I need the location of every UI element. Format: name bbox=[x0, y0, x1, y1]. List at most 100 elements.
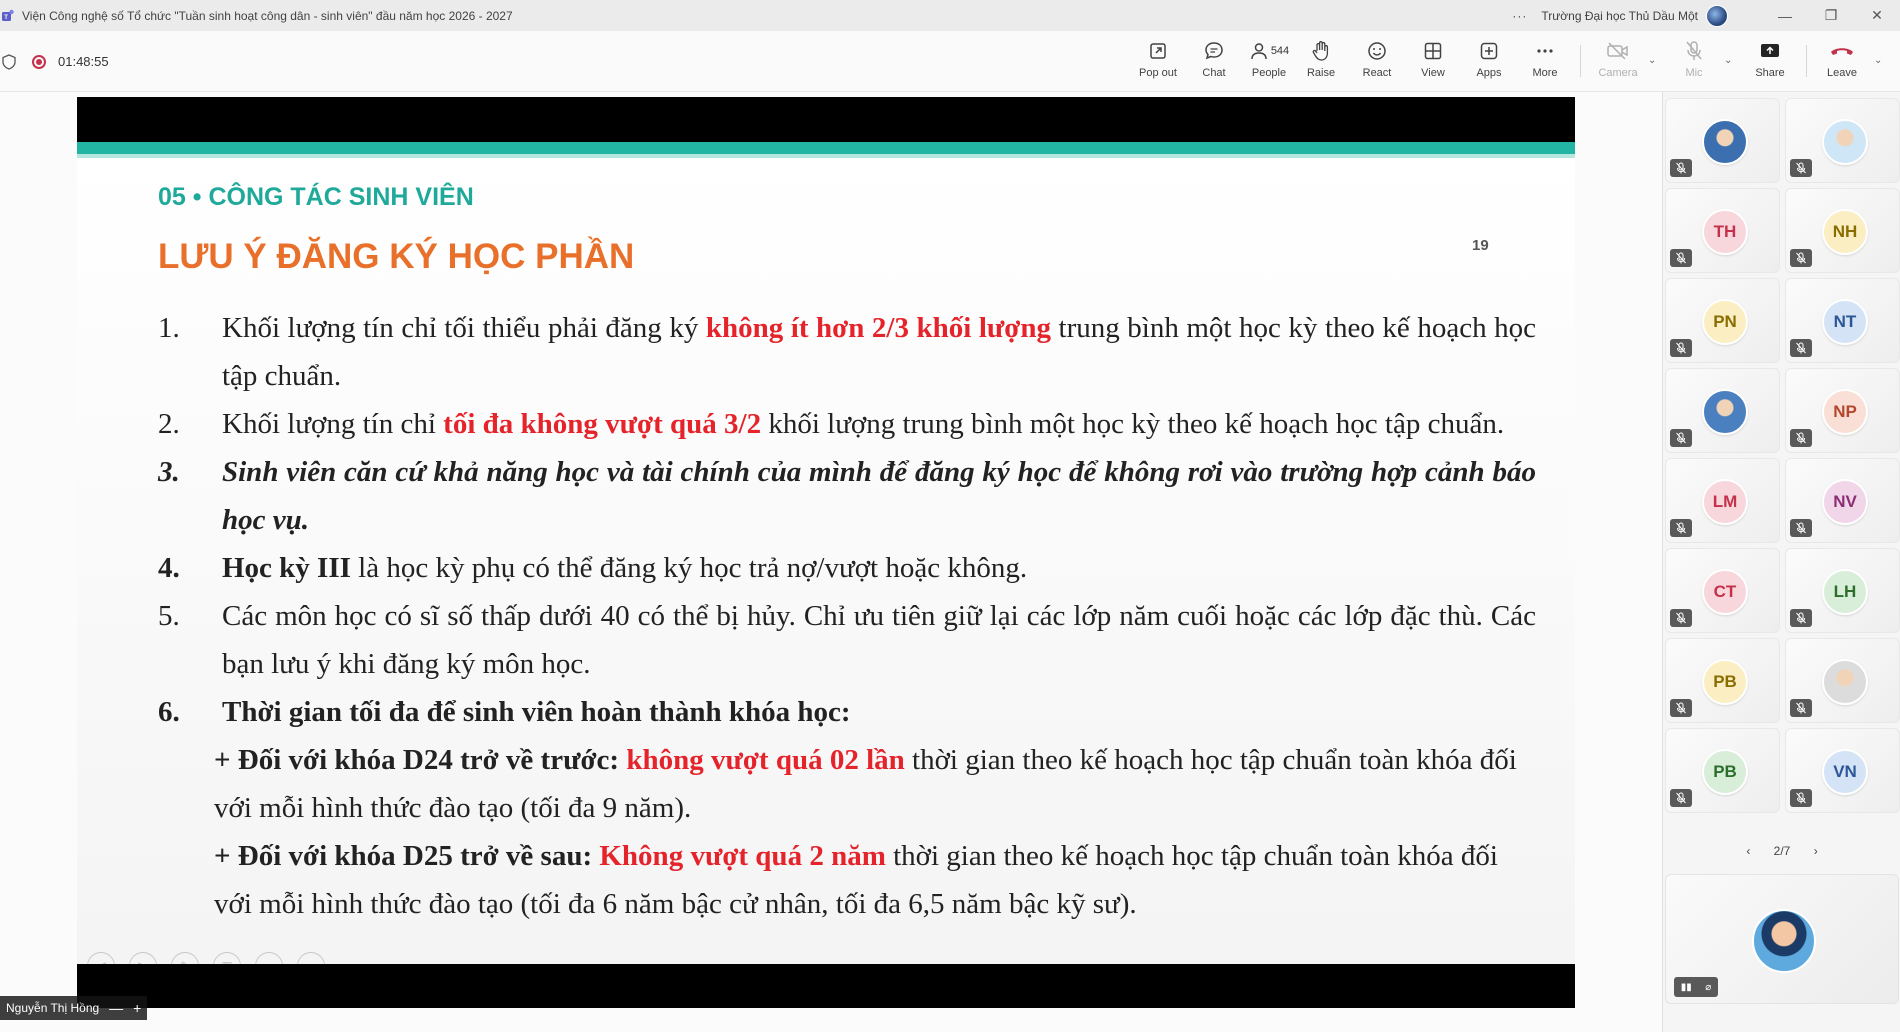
mic-muted-icon: ⌀ bbox=[1705, 981, 1712, 993]
slide-header-bar bbox=[77, 142, 1575, 154]
share-screen-icon bbox=[1761, 44, 1779, 57]
view-button[interactable]: View bbox=[1405, 39, 1461, 87]
mic-muted-icon bbox=[1670, 429, 1692, 447]
teams-app-icon: T bbox=[2, 9, 14, 21]
apps-button[interactable]: Apps bbox=[1461, 39, 1517, 87]
apps-plus-icon bbox=[1480, 42, 1498, 60]
chat-button[interactable]: Chat bbox=[1186, 39, 1242, 87]
participant-tile[interactable]: PN bbox=[1665, 278, 1780, 363]
slide-page-number: 19 bbox=[1472, 237, 1489, 254]
participant-tile[interactable]: VN bbox=[1785, 728, 1900, 813]
organization-name[interactable]: Trường Đại học Thủ Dầu Một bbox=[1541, 9, 1698, 23]
minimize-button[interactable]: — bbox=[1762, 8, 1808, 24]
participant-avatar: PB bbox=[1702, 659, 1748, 705]
pop-out-button[interactable]: Pop out bbox=[1130, 39, 1186, 87]
mic-muted-icon bbox=[1670, 159, 1692, 177]
minimize-stage-icon[interactable]: — bbox=[109, 1000, 123, 1016]
next-page-icon[interactable]: › bbox=[1814, 844, 1818, 858]
previous-page-icon[interactable]: ‹ bbox=[1746, 844, 1750, 858]
camera-options-chevron-icon[interactable]: ⌄ bbox=[1648, 55, 1656, 66]
view-grid-icon bbox=[1424, 42, 1442, 60]
camera-button[interactable]: Camera bbox=[1590, 39, 1646, 87]
mic-button[interactable]: Mic bbox=[1666, 39, 1722, 87]
more-button[interactable]: More bbox=[1517, 39, 1573, 87]
window-title: Viện Công nghệ số Tổ chức "Tuần sinh hoạ… bbox=[22, 8, 513, 23]
participant-tile[interactable]: PB bbox=[1665, 638, 1780, 723]
gallery-pager: ‹ 2/7 › bbox=[1663, 844, 1900, 858]
item-text: Khối lượng tín chỉ tối thiểu phải đăng k… bbox=[222, 312, 706, 344]
participant-tile[interactable]: NV bbox=[1785, 458, 1900, 543]
meeting-timer: 01:48:55 bbox=[58, 54, 109, 69]
highlight-text: tối đa không vượt quá 3/2 bbox=[443, 408, 762, 440]
participant-tile[interactable]: NT bbox=[1785, 278, 1900, 363]
participant-avatar: NT bbox=[1822, 299, 1868, 345]
close-button[interactable]: ✕ bbox=[1854, 7, 1900, 24]
item-text: Các môn học có sĩ số thấp dưới 40 có thể… bbox=[222, 600, 1536, 680]
mic-muted-icon bbox=[1670, 609, 1692, 627]
list-item: 3. Sinh viên căn cứ khả năng học và tài … bbox=[158, 448, 1536, 544]
org-avatar[interactable] bbox=[1706, 4, 1728, 27]
participant-tile[interactable]: LH bbox=[1785, 548, 1900, 633]
participant-tile[interactable]: LM bbox=[1665, 458, 1780, 543]
shared-screen-area: 05 • CÔNG TÁC SINH VIÊN LƯU Ý ĐĂNG KÝ HỌ… bbox=[0, 92, 1662, 1032]
pop-out-icon bbox=[1150, 43, 1166, 59]
self-video-tile[interactable]: ▮▮ ⌀ bbox=[1665, 874, 1899, 1004]
slide-letterbox-top bbox=[77, 97, 1575, 142]
hang-up-icon bbox=[1831, 48, 1853, 55]
list-item: 5. Các môn học có sĩ số thấp dưới 40 có … bbox=[158, 592, 1536, 688]
mic-options-chevron-icon[interactable]: ⌄ bbox=[1724, 55, 1732, 66]
participant-tile[interactable] bbox=[1785, 98, 1900, 183]
participant-tile[interactable]: CT bbox=[1665, 548, 1780, 633]
sub-item-lead: + Đối với khóa D25 trở về sau: bbox=[214, 840, 600, 872]
presentation-slide: 05 • CÔNG TÁC SINH VIÊN LƯU Ý ĐĂNG KÝ HỌ… bbox=[77, 97, 1575, 1008]
list-item: 1. Khối lượng tín chỉ tối thiểu phải đăn… bbox=[158, 304, 1536, 400]
participant-avatar bbox=[1822, 119, 1868, 165]
share-button[interactable]: Share bbox=[1742, 39, 1798, 87]
react-button[interactable]: React bbox=[1349, 39, 1405, 87]
participant-avatar: LH bbox=[1822, 569, 1868, 615]
chat-label: Chat bbox=[1202, 67, 1226, 79]
participant-tile[interactable]: NH bbox=[1785, 188, 1900, 273]
participant-tile[interactable]: PB bbox=[1665, 728, 1780, 813]
audio-level-icon: ▮▮ bbox=[1680, 981, 1692, 993]
item-number: 2. bbox=[158, 408, 180, 440]
toolbar-separator bbox=[1580, 45, 1581, 77]
restore-button[interactable]: ❐ bbox=[1808, 7, 1854, 24]
mic-muted-icon bbox=[1790, 519, 1812, 537]
people-icon bbox=[1251, 43, 1267, 60]
participant-tile[interactable] bbox=[1665, 368, 1780, 453]
participant-tile[interactable] bbox=[1785, 638, 1900, 723]
camera-label: Camera bbox=[1598, 67, 1638, 79]
self-status: ▮▮ ⌀ bbox=[1674, 977, 1718, 997]
sub-item-lead: + Đối với khóa D24 trở về trước: bbox=[214, 744, 627, 776]
item-number: 6. bbox=[158, 696, 180, 728]
sub-item: + Đối với khóa D24 trở về trước: không v… bbox=[155, 736, 1536, 832]
item-text: Khối lượng tín chỉ bbox=[222, 408, 444, 440]
item-text: Sinh viên căn cứ khả năng học và tài chí… bbox=[222, 456, 1536, 536]
apps-label: Apps bbox=[1476, 67, 1502, 79]
participant-avatar: CT bbox=[1702, 569, 1748, 615]
self-avatar bbox=[1752, 909, 1816, 973]
participant-avatar bbox=[1702, 389, 1748, 435]
participant-avatar: PN bbox=[1702, 299, 1748, 345]
participant-avatar bbox=[1702, 119, 1748, 165]
add-icon[interactable]: + bbox=[133, 1000, 141, 1016]
leave-options-chevron-icon[interactable]: ⌄ bbox=[1874, 55, 1882, 66]
participant-avatar: NH bbox=[1822, 209, 1868, 255]
participant-tile[interactable]: NP bbox=[1785, 368, 1900, 453]
mic-muted-icon bbox=[1790, 249, 1812, 267]
mic-muted-icon bbox=[1670, 249, 1692, 267]
raise-hand-button[interactable]: Raise bbox=[1293, 39, 1349, 87]
participant-tile[interactable] bbox=[1665, 98, 1780, 183]
more-options-icon[interactable]: ··· bbox=[1512, 9, 1527, 23]
mic-muted-icon bbox=[1670, 519, 1692, 537]
item-text: khối lượng trung bình một học kỳ theo kế… bbox=[761, 408, 1505, 440]
more-dots-icon bbox=[1537, 49, 1553, 53]
presenter-name: Nguyễn Thị Hồng bbox=[6, 1001, 100, 1015]
leave-button[interactable]: Leave bbox=[1814, 39, 1870, 87]
sub-item: + Đối với khóa D25 trở về sau: Không vượ… bbox=[155, 832, 1536, 928]
highlight-text: không ít hơn 2/3 khối lượng bbox=[705, 312, 1051, 344]
list-item: 2. Khối lượng tín chỉ tối đa không vượt … bbox=[158, 400, 1536, 448]
view-label: View bbox=[1421, 67, 1445, 79]
participant-tile[interactable]: TH bbox=[1665, 188, 1780, 273]
